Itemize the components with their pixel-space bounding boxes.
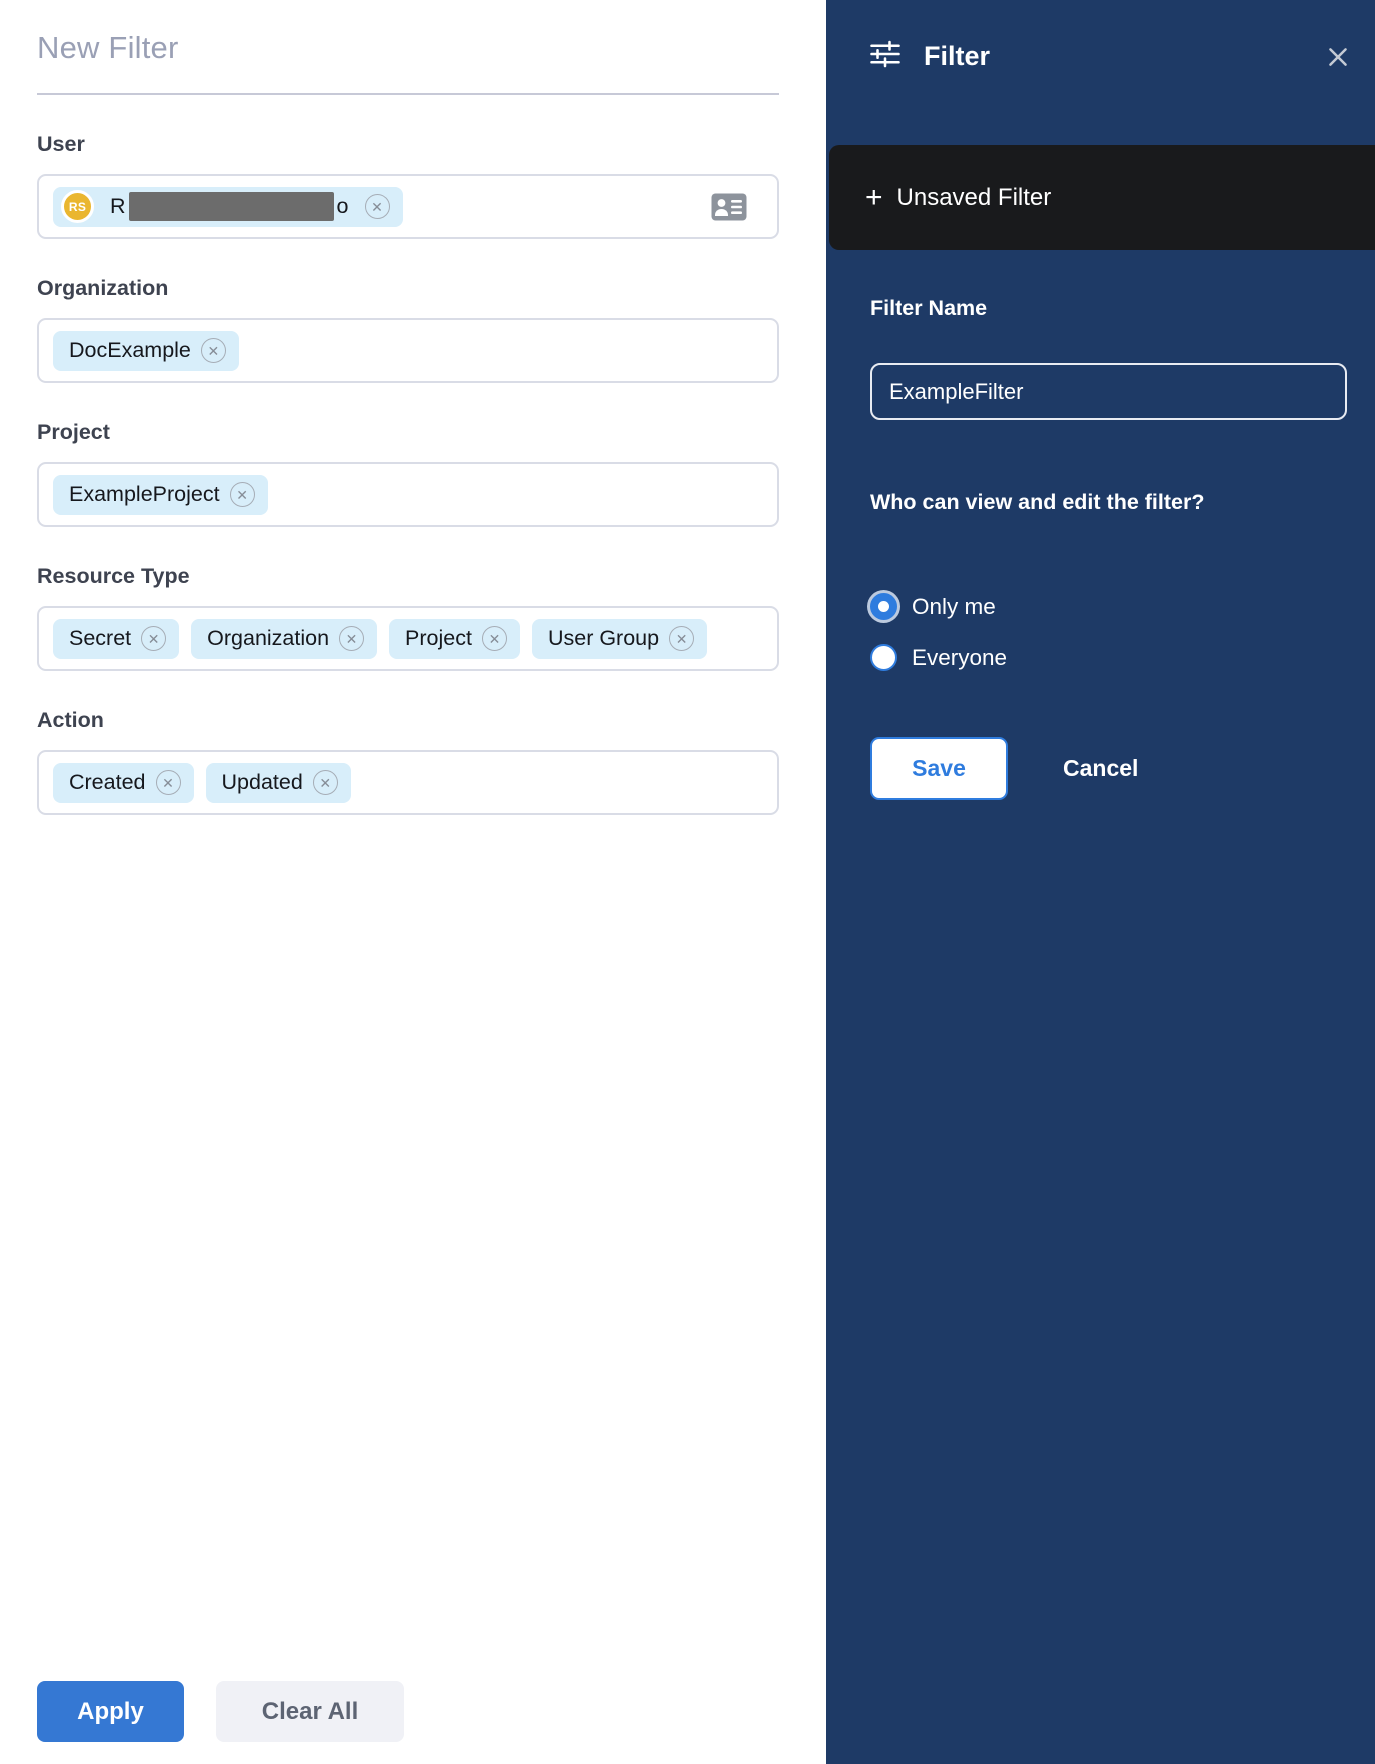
organization-field[interactable]: DocExample ✕	[37, 318, 779, 383]
project-field[interactable]: ExampleProject ✕	[37, 462, 779, 527]
field-label-resource-type: Resource Type	[37, 564, 779, 589]
field-label-user: User	[37, 132, 779, 157]
save-button[interactable]: Save	[870, 737, 1008, 800]
chip-label: Organization	[207, 626, 329, 651]
radio-option-everyone[interactable]: Everyone	[870, 644, 1347, 671]
chip-remove-icon[interactable]: ✕	[669, 626, 694, 651]
field-label-project: Project	[37, 420, 779, 445]
chip-remove-icon[interactable]: ✕	[365, 194, 390, 219]
drawer-title: Filter	[924, 41, 990, 72]
chip-remove-icon[interactable]: ✕	[230, 482, 255, 507]
field-label-organization: Organization	[37, 276, 779, 301]
clear-all-button[interactable]: Clear All	[216, 1681, 404, 1742]
chip-label: Created	[69, 770, 146, 795]
filter-name-input[interactable]	[870, 363, 1347, 420]
apply-button[interactable]: Apply	[37, 1681, 184, 1742]
drawer-actions: Save Cancel	[870, 737, 1347, 800]
chip-label: ExampleProject	[69, 482, 220, 507]
filter-chip: Created ✕	[53, 763, 194, 803]
chip-label: DocExample	[69, 338, 191, 363]
new-filter-panel: New Filter User RS Ro ✕ Organization DocExamp…	[0, 0, 826, 1764]
radio-label: Everyone	[912, 645, 1007, 671]
filter-chip: Updated ✕	[206, 763, 351, 803]
cancel-button[interactable]: Cancel	[1063, 755, 1138, 782]
chip-remove-icon[interactable]: ✕	[141, 626, 166, 651]
unsaved-filter-bar[interactable]: + Unsaved Filter	[829, 145, 1375, 250]
chip-remove-icon[interactable]: ✕	[482, 626, 507, 651]
unsaved-filter-label: Unsaved Filter	[897, 184, 1052, 212]
chip-label: User Group	[548, 626, 659, 651]
filter-chip: User Group ✕	[532, 619, 707, 659]
filter-chip: ExampleProject ✕	[53, 475, 268, 515]
filter-drawer: Filter + Unsaved Filter Filter Name Who …	[826, 0, 1375, 1764]
filter-name-label: Filter Name	[870, 296, 1347, 321]
chip-label: Secret	[69, 626, 131, 651]
user-avatar-icon: RS	[61, 190, 94, 223]
radio-unselected-icon[interactable]	[870, 644, 897, 671]
radio-option-only-me[interactable]: Only me	[870, 593, 1347, 620]
drawer-header: Filter	[826, 0, 1375, 77]
close-icon[interactable]	[1325, 44, 1351, 70]
visibility-radio-group: Only me Everyone	[870, 593, 1347, 671]
filter-chip: RS Ro ✕	[53, 187, 403, 227]
action-field[interactable]: Created ✕ Updated ✕	[37, 750, 779, 815]
sliders-icon	[866, 36, 904, 77]
radio-label: Only me	[912, 594, 996, 620]
chip-label: Updated	[222, 770, 303, 795]
user-field[interactable]: RS Ro ✕	[37, 174, 779, 239]
filter-chip: Secret ✕	[53, 619, 179, 659]
filter-chip: DocExample ✕	[53, 331, 239, 371]
left-footer: Apply Clear All	[37, 1681, 404, 1742]
chip-remove-icon[interactable]: ✕	[201, 338, 226, 363]
resource-type-field[interactable]: Secret ✕ Organization ✕ Project ✕ User Group ✕	[37, 606, 779, 671]
filter-chip: Organization ✕	[191, 619, 377, 659]
field-label-action: Action	[37, 708, 779, 733]
visibility-question: Who can view and edit the filter?	[870, 490, 1347, 515]
chip-remove-icon[interactable]: ✕	[156, 770, 181, 795]
page-title: New Filter	[37, 30, 779, 66]
redacted-name	[129, 192, 334, 221]
chip-remove-icon[interactable]: ✕	[313, 770, 338, 795]
plus-icon: +	[865, 183, 883, 213]
user-chip-name: Ro	[110, 192, 349, 221]
chip-remove-icon[interactable]: ✕	[339, 626, 364, 651]
filter-field-groups: User RS Ro ✕ Organization DocExample ✕ Project E…	[37, 132, 779, 815]
title-divider	[37, 93, 779, 95]
chip-label: Project	[405, 626, 472, 651]
radio-selected-icon[interactable]	[870, 593, 897, 620]
filter-chip: Project ✕	[389, 619, 520, 659]
contact-card-icon[interactable]	[711, 193, 747, 221]
drawer-body: Filter Name Who can view and edit the fi…	[826, 296, 1375, 800]
